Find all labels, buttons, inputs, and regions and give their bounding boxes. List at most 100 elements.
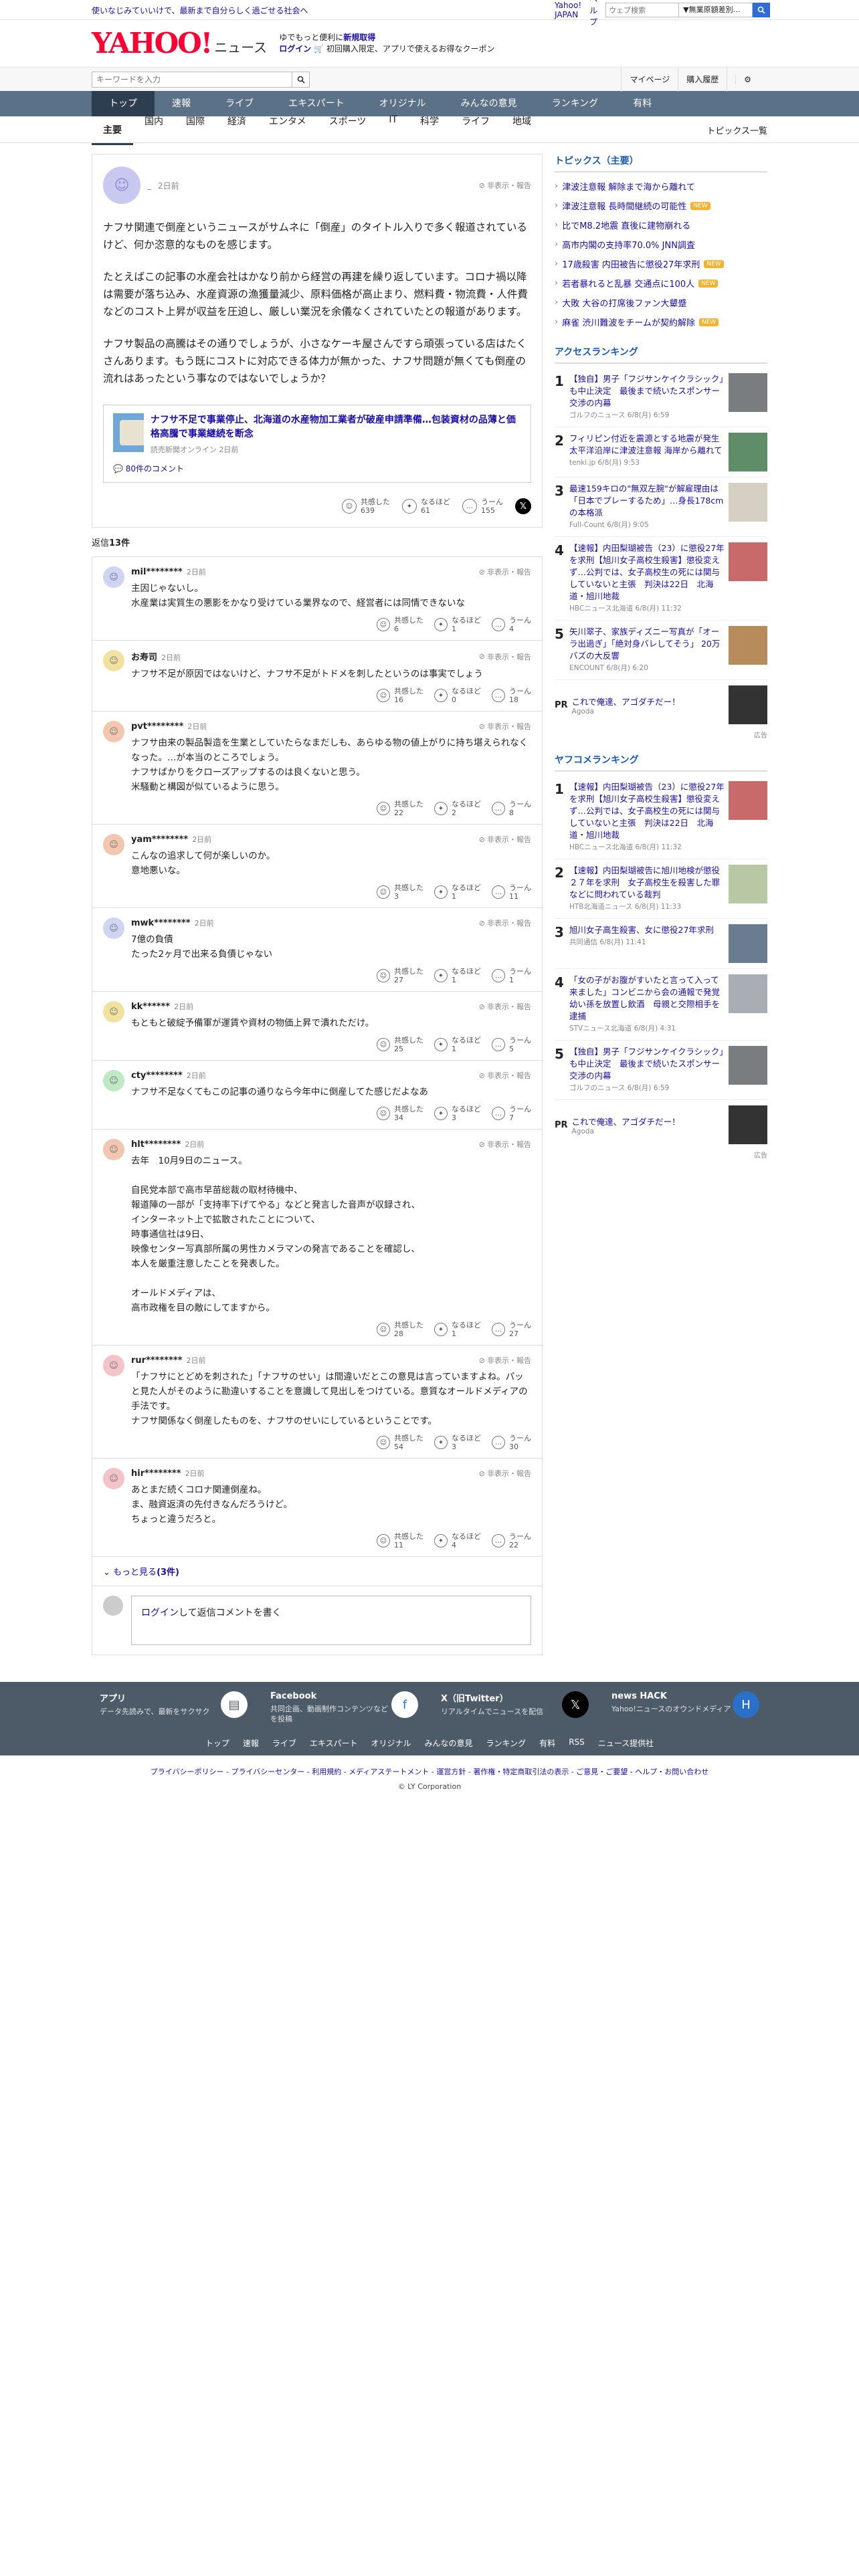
report-link[interactable]: ⊘ 非表示・報告 — [479, 1468, 531, 1479]
rank-title[interactable]: 【速報】内田梨瑚被告（23）に懲役27年を求刑【旭川女子高校生殺害】懲役変えず…… — [569, 781, 725, 853]
footer-link[interactable]: みんなの意見 — [425, 1737, 473, 1749]
reply-user[interactable]: hir******** — [131, 1469, 181, 1479]
footer-link[interactable]: 速報 — [243, 1737, 259, 1749]
insightful-button[interactable]: ✦ なるほど 3 — [434, 1434, 481, 1451]
ranking-item[interactable]: 3 旭川女子高生殺害、女に懲役27年求刑 共同通信 6/8(月) 11:41 — [555, 919, 767, 969]
rank-headline[interactable]: 【独自】男子「フジサンケイクラシック」も中止決定 最後まで続いたスポンサー交渉の… — [569, 374, 724, 408]
promo-link[interactable]: 使いなじみていいけで、最新まで自分らしく過ごせる社会へ — [92, 5, 308, 16]
report-link[interactable]: ⊘ 非表示・報告 — [479, 1355, 531, 1366]
insightful-button[interactable]: ✦ なるほど 3 — [434, 1105, 481, 1122]
reply-user[interactable]: mwk******** — [131, 918, 191, 928]
empathy-button[interactable]: ☺ 共感した 6 — [377, 616, 423, 633]
reply-input[interactable]: ログインして返信コメントを書く — [131, 1596, 531, 1645]
service-name[interactable]: Facebook — [270, 1691, 391, 1701]
empathy-button[interactable]: ☺ 共感した 22 — [377, 800, 423, 817]
nav-original[interactable]: オリジナル — [362, 91, 444, 116]
rank-headline[interactable]: 最速159キロの"無双左腕"が解雇理由は「日本でプレーするため」…身長178cm… — [569, 484, 723, 518]
empathy-button[interactable]: ☺ 共感した 25 — [377, 1036, 423, 1053]
insightful-button[interactable]: ✦ なるほど 0 — [434, 687, 481, 704]
service-name[interactable]: アプリ — [100, 1691, 210, 1704]
yahoo-news-logo[interactable]: YAHOO! ニュース — [92, 29, 267, 58]
topic-item[interactable]: 17歳殺害 内田被告に懲役27年求刑 NEW — [555, 254, 767, 274]
rank-title[interactable]: 矢川翠子、家族ディズニー写真が「オーラ出過ぎ」「絶対身バレしてそう」 20万バズ… — [569, 626, 725, 674]
comment-ranking-heading[interactable]: ヤフコメランキング — [555, 753, 767, 772]
nav-live[interactable]: ライブ — [208, 91, 271, 116]
reply-user[interactable]: hlt******** — [131, 1140, 181, 1150]
cat-entertainment[interactable]: エンタメ — [258, 114, 318, 145]
insightful-button[interactable]: ✦ なるほど 1 — [434, 616, 481, 633]
web-search-input[interactable] — [605, 3, 680, 17]
comment-user[interactable]: _ — [147, 181, 151, 190]
ranking-item[interactable]: 5 矢川翠子、家族ディズニー写真が「オーラ出過ぎ」「絶対身バレしてそう」 20万バ… — [555, 621, 767, 680]
hmm-button[interactable]: … うーん 18 — [492, 687, 531, 704]
topic-item[interactable]: 若者暴れると乱暴 交通点に100人 NEW — [555, 274, 767, 293]
reply-user[interactable]: mil******** — [131, 567, 183, 577]
footer-service-3[interactable]: news HACK Yahoo!ニュースのオウンドメディア H — [603, 1691, 767, 1724]
source-article-card[interactable]: ナフサ不足で事業停止、北海道の水産物加工業者が破産申請準備…包装資材の品薄と価格… — [103, 405, 531, 483]
nav-breaking[interactable]: 速報 — [155, 91, 208, 116]
topic-item[interactable]: 大敗 大谷の打席後ファン大顰蹙 — [555, 293, 767, 312]
empathy-button[interactable]: ☺ 共感した 639 — [342, 498, 390, 515]
rank-title[interactable]: 【速報】内田梨瑚被告（23）に懲役27年を求刑【旭川女子高校生殺害】懲役変えず…… — [569, 542, 725, 615]
footer-link[interactable]: ランキング — [486, 1737, 527, 1749]
cat-life[interactable]: ライフ — [450, 114, 501, 145]
report-link[interactable]: ⊘ 非表示・報告 — [479, 1070, 531, 1081]
article-title[interactable]: ナフサ不足で事業停止、北海道の水産物加工業者が破産申請準備…包装資材の品薄と価格… — [151, 413, 521, 441]
hmm-button[interactable]: … うーん 22 — [492, 1532, 531, 1549]
topic-title[interactable]: 17歳殺害 内田被告に懲役27年求刑 — [562, 257, 700, 270]
empathy-button[interactable]: ☺ 共感した 28 — [377, 1321, 423, 1338]
reply-user[interactable]: お寿司 — [131, 653, 157, 663]
rank-title[interactable]: 【速報】内田梨瑚被告に旭川地検が懲役２７年を求刑 女子高校生を殺害した罪などに問… — [569, 865, 725, 913]
report-link[interactable]: ⊘ 非表示・報告 — [479, 918, 531, 928]
topic-title[interactable]: 津波注意報 解除まで海から離れて — [562, 180, 695, 193]
insightful-button[interactable]: ✦ なるほど 61 — [402, 498, 450, 515]
ranking-item[interactable]: 2 【速報】内田梨瑚被告に旭川地検が懲役２７年を求刑 女子高校生を殺害した罪などに… — [555, 859, 767, 919]
ranking-item[interactable]: 1 【速報】内田梨瑚被告（23）に懲役27年を求刑【旭川女子高校生殺害】懲役変えず… — [555, 776, 767, 859]
footer-service-1[interactable]: Facebook 共同企画、動画制作コンテンツなどを投稿 f — [262, 1691, 426, 1724]
rank-headline[interactable]: 旭川女子高生殺害、女に懲役27年求刑 — [569, 925, 714, 935]
mypage-button[interactable]: マイページ — [621, 68, 678, 92]
service-name[interactable]: news HACK — [611, 1691, 731, 1701]
topic-title[interactable]: 若者暴れると乱暴 交通点に100人 — [562, 277, 694, 290]
show-more-replies[interactable]: ⌄ もっと見る(3件) — [92, 1557, 543, 1586]
rank-headline[interactable]: 【速報】内田梨瑚被告（23）に懲役27年を求刑【旭川女子高校生殺害】懲役変えず…… — [569, 543, 725, 601]
nav-ranking[interactable]: ランキング — [535, 91, 616, 116]
keyword-search-button[interactable] — [292, 72, 310, 88]
footer-link[interactable]: トップ — [205, 1737, 229, 1749]
ranking-item[interactable]: 4 【速報】内田梨瑚被告（23）に懲役27年を求刑【旭川女子高校生殺害】懲役変えず… — [555, 537, 767, 621]
ranking-item[interactable]: 3 最速159キロの"無双左腕"が解雇理由は「日本でプレーするため」…身長178c… — [555, 477, 767, 537]
footer-link[interactable]: 有料 — [539, 1737, 555, 1749]
pr-ad[interactable]: PR これで俺達、アゴダチだー！ Agoda — [555, 680, 767, 730]
report-link[interactable]: ⊘ 非表示・報告 — [479, 651, 531, 662]
empathy-button[interactable]: ☺ 共感した 54 — [377, 1434, 423, 1451]
hmm-button[interactable]: … うーん 5 — [492, 1036, 531, 1053]
rank-title[interactable]: 【独自】男子「フジサンケイクラシック」も中止決定 最後まで続いたスポンサー交渉の… — [569, 1046, 725, 1094]
search-scope-select[interactable]: ▼無業原額差別… — [679, 3, 753, 17]
service-name[interactable]: X（旧Twitter） — [441, 1691, 543, 1704]
nav-expert[interactable]: エキスパート — [271, 91, 362, 116]
rank-title[interactable]: 【独自】男子「フジサンケイクラシック」も中止決定 最後まで続いたスポンサー交渉の… — [569, 373, 725, 421]
cat-economy[interactable]: 経済 — [216, 114, 258, 145]
hmm-button[interactable]: … うーん 11 — [492, 883, 531, 901]
share-x-button[interactable]: 𝕏 — [515, 498, 531, 514]
cat-sports[interactable]: スポーツ — [318, 114, 378, 145]
rank-headline[interactable]: 「女の子がお腹がすいたと言って入って来ました」コンビニから会の通報で発覚 幼い孫… — [569, 975, 729, 1021]
article-comments-link[interactable]: 💬 80件のコメント — [113, 463, 521, 474]
hmm-button[interactable]: … うーん 4 — [492, 616, 531, 633]
insightful-button[interactable]: ✦ なるほど 1 — [434, 967, 481, 984]
topic-item[interactable]: 高市内閣の支持率70.0% JNN調査 — [555, 235, 767, 254]
insightful-button[interactable]: ✦ なるほど 2 — [434, 800, 481, 817]
hmm-button[interactable]: … うーん 155 — [462, 498, 503, 515]
rank-title[interactable]: 旭川女子高生殺害、女に懲役27年求刑 共同通信 6/8(月) 11:41 — [569, 924, 725, 948]
rank-headline[interactable]: 矢川翠子、家族ディズニー写真が「オーラ出過ぎ」「絶対身バレしてそう」 20万バズ… — [569, 627, 720, 661]
rank-headline[interactable]: 【速報】内田梨瑚被告に旭川地検が懲役２７年を求刑 女子高校生を殺害した罪などに問… — [569, 865, 720, 899]
cat-world[interactable]: 国際 — [175, 114, 216, 145]
rank-title[interactable]: 最速159キロの"無双左腕"が解雇理由は「日本でプレーするため」…身長178cm… — [569, 483, 725, 531]
signup-link[interactable]: 新規取得 — [343, 33, 375, 42]
footer-link[interactable]: ライブ — [272, 1737, 296, 1749]
hmm-button[interactable]: … うーん 7 — [492, 1105, 531, 1122]
topic-item[interactable]: 比でM8.2地震 直後に建物崩れる — [555, 215, 767, 235]
cat-science[interactable]: 科学 — [409, 114, 450, 145]
report-link[interactable]: ⊘ 非表示・報告 — [479, 180, 531, 191]
rank-headline[interactable]: 【独自】男子「フジサンケイクラシック」も中止決定 最後まで続いたスポンサー交渉の… — [569, 1047, 724, 1081]
